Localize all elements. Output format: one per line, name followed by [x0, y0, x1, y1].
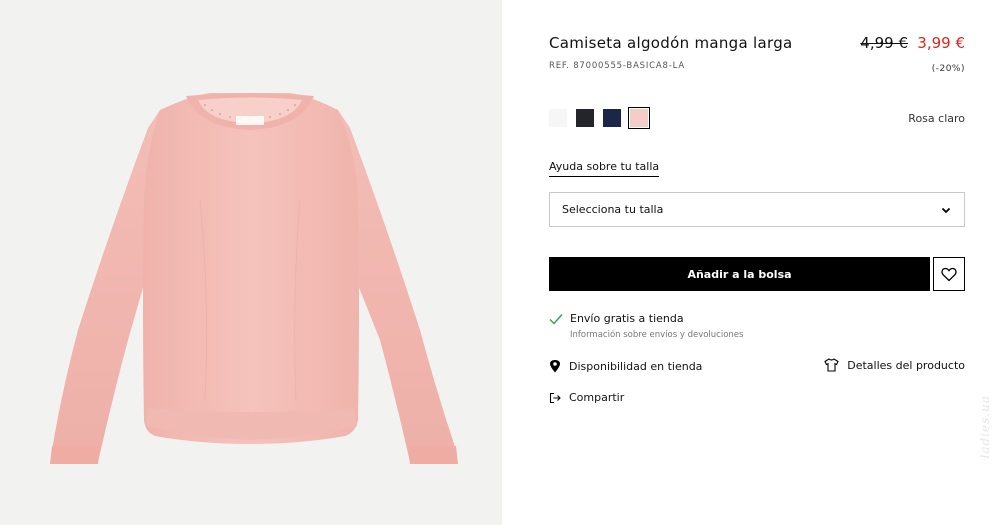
sale-price: 3,99 €: [917, 34, 965, 52]
color-swatch-white[interactable]: [549, 109, 567, 127]
color-swatch-navy[interactable]: [603, 109, 621, 127]
color-swatch-light-pink[interactable]: [628, 107, 650, 129]
shipping-returns-link[interactable]: Información sobre envíos y devoluciones: [570, 330, 743, 340]
product-image[interactable]: [0, 0, 502, 525]
color-swatch-black[interactable]: [576, 109, 594, 127]
product-title: Camiseta algodón manga larga: [549, 34, 793, 52]
watermark: ladies.ua: [978, 395, 992, 459]
product-reference: REF. 87000555-BASICA8-LA: [549, 61, 685, 71]
chevron-down-icon: [941, 207, 951, 213]
product-details-label: Detalles del producto: [847, 358, 965, 372]
size-select-label: Selecciona tu talla: [562, 203, 664, 216]
size-select[interactable]: Selecciona tu talla: [549, 192, 965, 227]
original-price: 4,99 €: [860, 34, 908, 52]
selected-color-name: Rosa claro: [908, 112, 965, 125]
product-details-panel: Camiseta algodón manga larga REF. 870005…: [502, 0, 1000, 525]
discount-badge: (-20%): [931, 64, 965, 74]
product-details-link[interactable]: Detalles del producto: [824, 358, 965, 372]
share-icon: [549, 392, 561, 403]
add-to-bag-button[interactable]: Añadir a la bolsa: [549, 257, 930, 291]
wishlist-button[interactable]: [933, 257, 965, 291]
tshirt-icon: [824, 358, 839, 372]
check-icon: [549, 314, 563, 325]
color-swatches: [549, 107, 650, 129]
sweatshirt-illustration: [50, 93, 458, 464]
store-availability-link[interactable]: Disponibilidad en tienda: [549, 359, 702, 373]
heart-icon: [941, 267, 957, 281]
store-availability-label: Disponibilidad en tienda: [569, 359, 703, 373]
free-shipping-text: Envío gratis a tienda: [570, 312, 684, 325]
size-help-link[interactable]: Ayuda sobre tu talla: [549, 160, 660, 177]
location-pin-icon: [550, 360, 560, 373]
share-link[interactable]: Compartir: [549, 391, 624, 404]
share-label: Compartir: [569, 391, 625, 404]
